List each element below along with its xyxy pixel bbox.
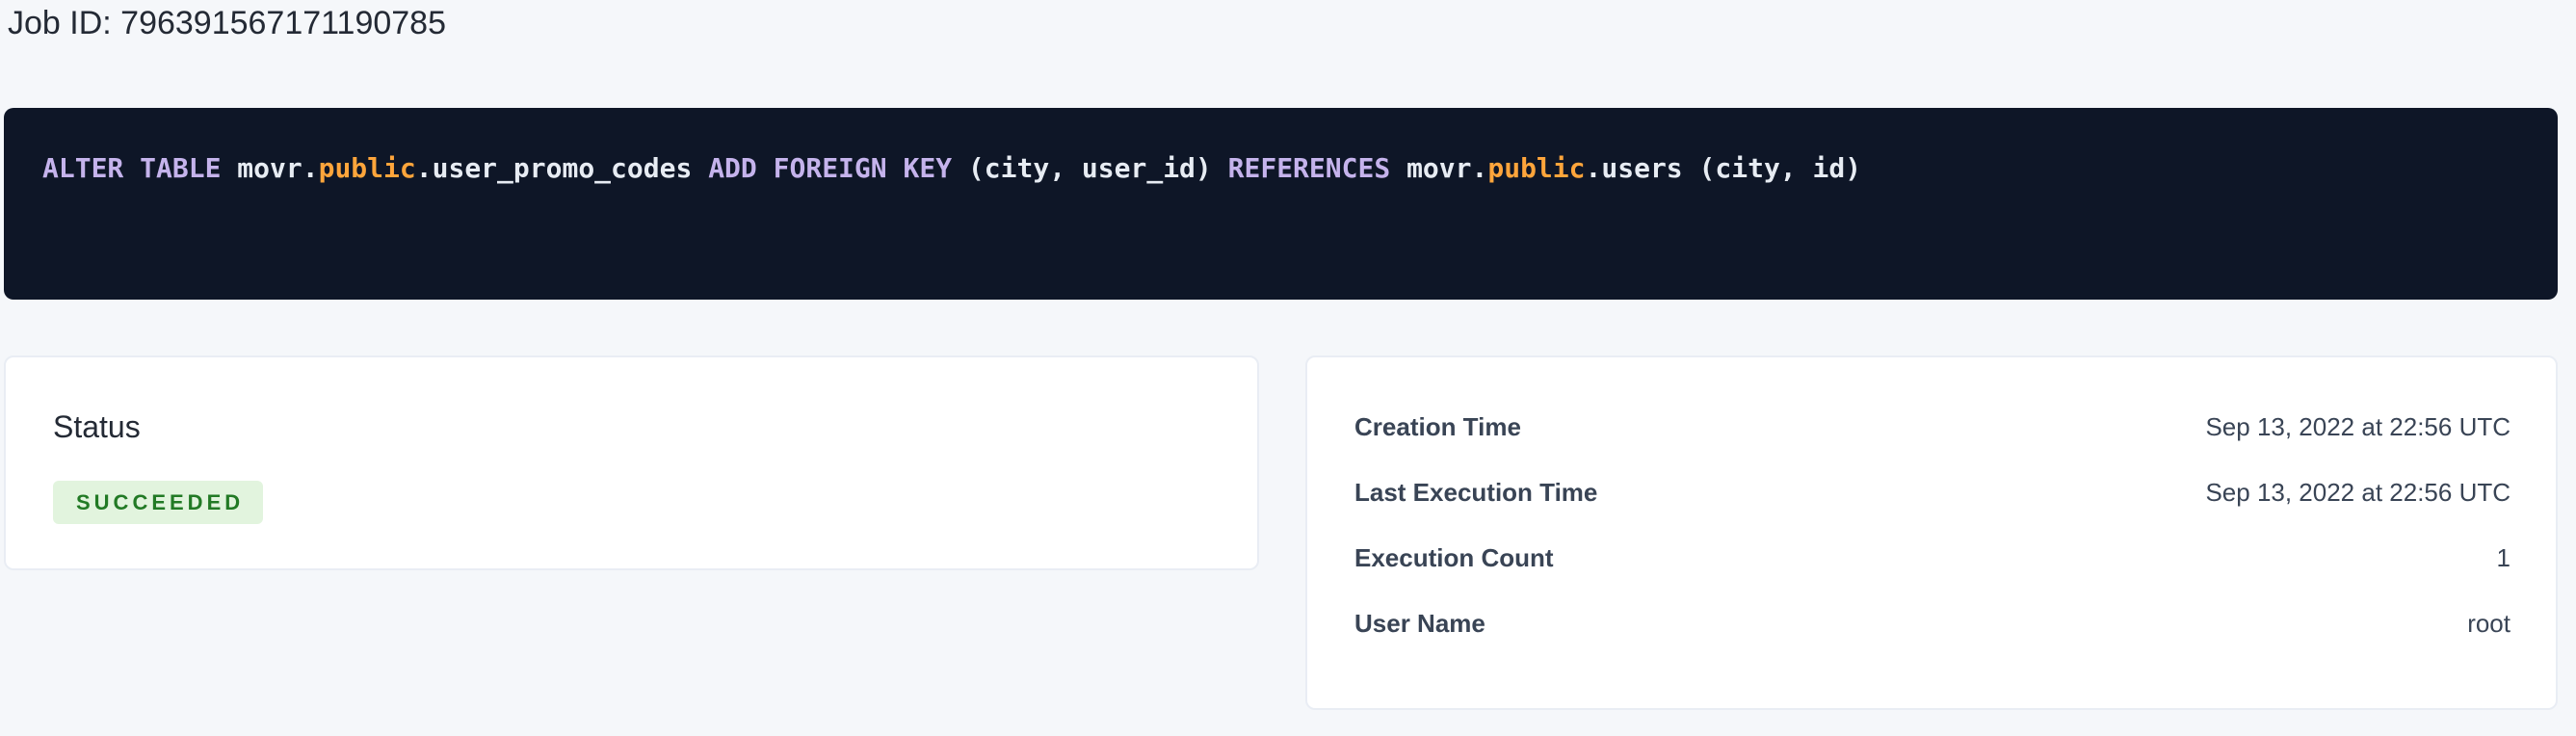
detail-row-label: Creation Time [1354,412,1521,442]
detail-row-value: 1 [2497,543,2510,573]
summary-cards-row: Status SUCCEEDED Creation Time Sep 13, 20… [4,355,2558,710]
status-card: Status SUCCEEDED [4,355,1259,570]
status-badge: SUCCEEDED [53,481,263,524]
sql-token-keyword: ADD FOREIGN KEY [708,152,968,184]
details-card: Creation TimeSep 13, 2022 at 22:56 UTCLa… [1305,355,2558,710]
sql-token-ident: movr. [1406,152,1487,184]
detail-row-label: User Name [1354,609,1485,639]
sql-token-schema: public [319,152,416,184]
sql-token-schema: public [1487,152,1585,184]
detail-row-value: Sep 13, 2022 at 22:56 UTC [2205,478,2510,508]
sql-token-ident: .users (city, id) [1586,152,1862,184]
detail-row-value: root [2467,609,2510,639]
sql-statement: ALTER TABLE movr.public.user_promo_codes… [42,150,2519,187]
detail-row: User Name root [1354,591,2510,656]
details-rows: Creation TimeSep 13, 2022 at 22:56 UTCLa… [1354,394,2510,656]
sql-token-keyword: ALTER TABLE [42,152,237,184]
page-title: Job ID: 796391567171190785 [0,0,2576,44]
sql-token-ident: movr. [237,152,318,184]
sql-statement-box: ALTER TABLE movr.public.user_promo_codes… [4,108,2558,300]
status-card-title: Status [53,407,1211,446]
detail-row-label: Last Execution Time [1354,478,1597,508]
sql-token-ident: .user_promo_codes [416,152,708,184]
sql-token-keyword: REFERENCES [1228,152,1406,184]
detail-row-label: Execution Count [1354,543,1554,573]
detail-row: Last Execution Time Sep 13, 2022 at 22:56… [1354,460,2510,525]
detail-row-value: Sep 13, 2022 at 22:56 UTC [2205,412,2510,442]
job-details-page: Job ID: 796391567171190785 ALTER TABLE m… [0,0,2576,736]
detail-row: Creation Time Sep 13, 2022 at 22:56 UTC [1354,394,2510,460]
detail-row: Execution Count 1 [1354,525,2510,591]
sql-token-ident: (city, user_id) [968,152,1228,184]
